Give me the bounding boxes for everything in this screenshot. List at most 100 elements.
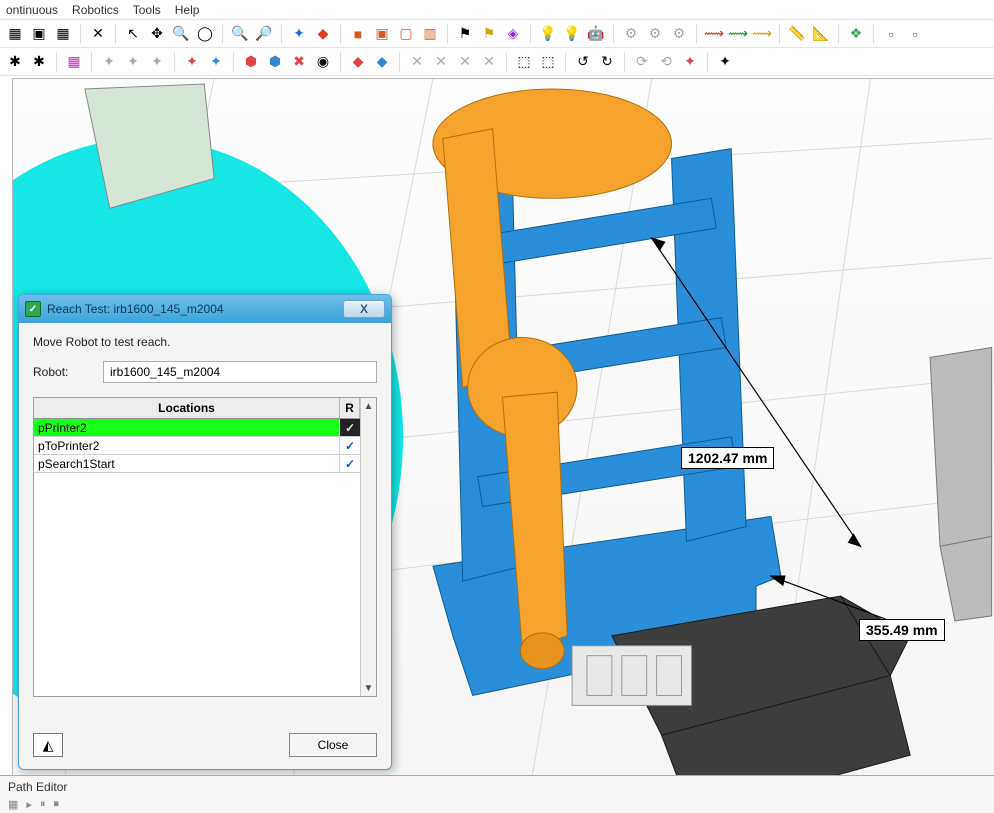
gear-icon[interactable]: ⚙ [644,23,666,45]
tool-icon[interactable]: ◉ [312,51,334,73]
dimension-label: 1202.47 mm [681,447,774,469]
dialog-icon: ✓ [25,301,41,317]
dialog-close-button[interactable]: X [343,300,385,318]
zoom-icon[interactable]: 🔍 [229,23,251,45]
col-header-r[interactable]: R [340,398,360,418]
col-header-locations[interactable]: Locations [34,398,340,418]
solid-icon[interactable]: ■ [347,23,369,45]
tool-icon[interactable]: ⬢ [240,51,262,73]
gear-icon[interactable]: ⚙ [668,23,690,45]
separator [530,24,531,44]
tool-icon[interactable]: ▦ [8,798,18,811]
tool-icon[interactable]: ◆ [347,51,369,73]
table-row[interactable]: pToPrinter2 ✓ [34,437,360,455]
box-icon[interactable]: ▫ [904,23,926,45]
location-name: pSearch1Start [34,455,340,472]
tool-icon[interactable]: ▦ [52,23,74,45]
pick-button[interactable]: ◭ [33,733,63,757]
color-icon[interactable]: ❖ [845,23,867,45]
tool-icon[interactable]: ↺ [572,51,594,73]
dialog-body: Move Robot to test reach. Robot: Locatio… [19,323,391,769]
measure-icon[interactable]: 📐 [810,23,832,45]
tool-icon[interactable]: ✕ [478,51,500,73]
tool-icon[interactable]: ⟲ [655,51,677,73]
zoom-out-icon[interactable]: ◯ [194,23,216,45]
tool-icon[interactable]: ◆ [371,51,393,73]
dialog-instruction: Move Robot to test reach. [33,335,377,349]
tool-icon[interactable]: ✕ [430,51,452,73]
bulb-icon[interactable]: 💡 [561,23,583,45]
menu-item[interactable]: Help [175,3,200,17]
robot-label: Robot: [33,365,93,379]
tool-icon[interactable]: ✦ [181,51,203,73]
separator [506,52,507,72]
separator [56,52,57,72]
locations-table: Locations R pPrinter2 ✓ pToPrinter2 ✓ pS… [33,397,377,697]
tool-icon[interactable]: ⟳ [631,51,653,73]
tool-icon[interactable]: ▸ [26,798,32,811]
robot-input[interactable] [103,361,377,383]
tool-icon[interactable]: ✱ [4,51,26,73]
reach-check-icon: ✓ [340,437,360,454]
flag-icon[interactable]: ⚑ [454,23,476,45]
tool-icon[interactable]: ✱ [28,51,50,73]
cube-icon[interactable]: ◆ [312,23,334,45]
flag-icon[interactable]: ⚑ [478,23,500,45]
box-icon[interactable]: ▫ [880,23,902,45]
scrollbar[interactable]: ▲ ▼ [360,398,376,696]
tool-icon[interactable]: ▦ [4,23,26,45]
close-x-icon[interactable]: ✕ [87,23,109,45]
path-icon[interactable]: ⟿ [727,23,749,45]
scroll-down-icon[interactable]: ▼ [364,680,374,696]
path-icon[interactable]: ⟿ [703,23,725,45]
dialog-titlebar[interactable]: ✓ Reach Test: irb1600_145_m2004 X [19,295,391,323]
tool-icon[interactable]: ✖ [288,51,310,73]
tool-icon[interactable]: ✦ [679,51,701,73]
dimension-label: 355.49 mm [859,619,945,641]
bulb-icon[interactable]: 💡 [537,23,559,45]
menu-item[interactable]: ontinuous [6,3,58,17]
tool-icon[interactable]: ⬚ [537,51,559,73]
separator [873,24,874,44]
solid-icon[interactable]: ▣ [371,23,393,45]
wire-icon[interactable]: ▥ [419,23,441,45]
gear-icon[interactable]: ⚙ [620,23,642,45]
tool-icon[interactable]: ✦ [122,51,144,73]
tool-icon[interactable]: ✦ [98,51,120,73]
cursor-icon[interactable]: ↖ [122,23,144,45]
tool-icon[interactable]: ✕ [454,51,476,73]
diamond-icon[interactable]: ◈ [502,23,524,45]
zoom-fit-icon[interactable]: 🔎 [253,23,275,45]
close-button[interactable]: Close [289,733,377,757]
tool-icon[interactable]: ✕ [406,51,428,73]
location-name: pPrinter2 [34,419,340,436]
wire-icon[interactable]: ▢ [395,23,417,45]
tool-icon[interactable]: ⬢ [264,51,286,73]
separator [624,52,625,72]
zoom-in-icon[interactable]: 🔍 [170,23,192,45]
path-icon[interactable]: ⟿ [751,23,773,45]
separator [340,24,341,44]
tool-icon[interactable]: ✦ [205,51,227,73]
tool-icon[interactable]: ▦ [63,51,85,73]
table-row[interactable]: pPrinter2 ✓ [34,419,360,437]
measure-icon[interactable]: 📏 [786,23,808,45]
tool-icon[interactable]: ✦ [714,51,736,73]
tool-icon[interactable]: ▣ [28,23,50,45]
robot-icon[interactable]: 🤖 [585,23,607,45]
tool-icon[interactable]: ⏸ [40,798,46,811]
separator [174,52,175,72]
tool-icon[interactable]: ⏹ [53,798,59,811]
separator [779,24,780,44]
menu-item[interactable]: Robotics [72,3,119,17]
table-row[interactable]: pSearch1Start ✓ [34,455,360,473]
separator [340,52,341,72]
scroll-up-icon[interactable]: ▲ [364,398,374,414]
target-icon[interactable]: ✦ [288,23,310,45]
menu-item[interactable]: Tools [133,3,161,17]
tool-icon[interactable]: ↻ [596,51,618,73]
tool-icon[interactable]: ⬚ [513,51,535,73]
move-icon[interactable]: ✥ [146,23,168,45]
reach-check-icon: ✓ [340,455,360,472]
tool-icon[interactable]: ✦ [146,51,168,73]
